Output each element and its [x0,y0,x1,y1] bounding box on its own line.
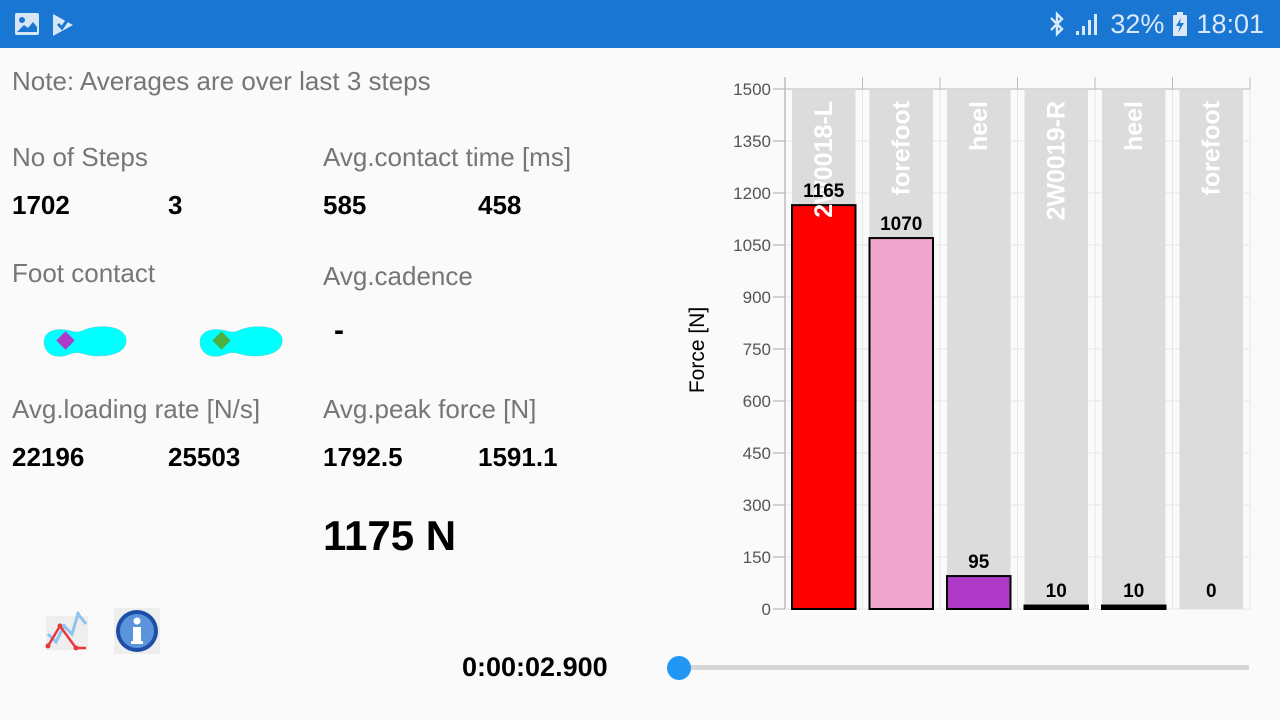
bar-background [1102,89,1166,609]
loading-rate-right-value: 25503 [168,442,241,472]
y-tick-label: 1350 [733,132,771,151]
y-tick-label: 600 [743,392,771,411]
bluetooth-icon [1050,11,1065,37]
playback-time: 0:00:02.900 [462,652,608,682]
steps-right-value: 3 [168,190,183,220]
y-tick-label: 0 [762,600,771,619]
bar-1 [791,204,857,610]
y-tick-label: 1050 [733,236,771,255]
y-tick-label: 450 [743,444,771,463]
loading-rate-label: Avg.loading rate [N/s] [12,394,261,424]
task-check-icon [53,14,73,36]
bar-2 [868,237,934,610]
value-label: 0 [1206,581,1217,602]
bar-4 [1023,604,1089,610]
category-label: heel [965,101,993,151]
peak-force-left-value: 1792.5 [323,442,403,472]
value-label: 10 [1046,581,1067,602]
peak-force-label: Avg.peak force [N] [323,394,537,424]
contact-time-right-value: 458 [478,190,522,220]
cadence-label: Avg.cadence [steps/min] [323,258,623,294]
info-icon[interactable] [112,606,162,656]
category-label: forefoot [887,100,915,195]
foot-contact-label: Foot contact [12,258,156,288]
category-label: forefoot [1197,100,1225,195]
cadence-value: - [334,314,344,347]
y-tick-label: 1200 [733,184,771,203]
value-label: 95 [968,552,990,573]
loading-rate-left-value: 22196 [12,442,85,472]
force-bar-chart: 2W0018-L forefoot heel 2W0019-R heel forefoot… [686,77,1251,619]
right-foot-contact-icon [199,326,283,357]
graph-icon[interactable] [42,606,92,656]
category-label: heel [1120,101,1148,151]
averages-note: Note: Averages are over last 3 steps [12,66,431,96]
battery-percent: 32% [1110,8,1165,39]
y-tick-label: 1500 [733,80,771,99]
steps-left-value: 1702 [12,190,70,220]
bar-background [947,89,1011,609]
contact-time-left-value: 585 [323,190,367,220]
y-tick-label: 750 [743,340,771,359]
peak-force-right-value: 1591.1 [478,442,558,472]
clock: 18:01 [1196,8,1264,39]
y-axis-label: Force [N] [686,307,709,393]
playback-slider-track[interactable] [679,665,1249,670]
status-bar: 32% 18:01 [0,0,1280,48]
value-label: 1070 [880,214,922,235]
status-right: 32% 18:01 [1048,0,1264,48]
bar-5 [1101,604,1167,610]
y-tick-label: 900 [743,288,771,307]
bar-3 [946,575,1012,610]
contact-time-label: Avg.contact time [ms] [323,142,572,172]
left-foot-contact-icon [43,326,127,357]
playback-slider-thumb[interactable] [667,656,691,680]
y-tick-label: 300 [743,496,771,515]
chart-y-ticks: 0 150 300 450 600 750 900 1050 1200 1350 1500 [733,80,785,619]
y-tick-label: 150 [743,548,771,567]
gallery-icon [15,13,39,35]
signal-icon [1076,14,1098,35]
battery-charging-icon [1173,12,1188,36]
value-label: 10 [1123,581,1144,602]
current-force-value: 1175 N [323,512,457,559]
category-label: 2W0019-R [1042,101,1070,221]
steps-label: No of Steps [12,142,148,172]
value-label: 1165 [803,181,845,202]
cadence-label-text: Avg.cadence [steps/min] [323,261,473,291]
